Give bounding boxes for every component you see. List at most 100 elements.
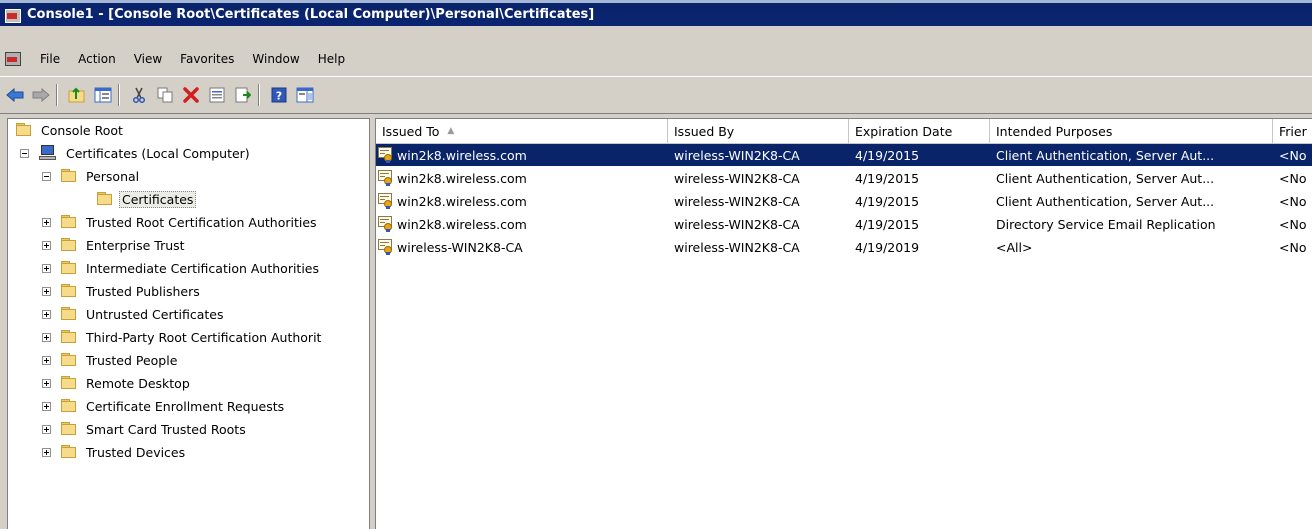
cell-issued-to: wireless-WIN2K8-CA xyxy=(376,239,668,255)
cell-issued-to: win2k8.wireless.com xyxy=(376,170,668,186)
menu-window[interactable]: Window xyxy=(243,52,308,66)
list-header: Issued To ▲ Issued By Expiration Date In… xyxy=(376,119,1312,144)
tree-item-store[interactable]: Certificate Enrollment Requests xyxy=(42,395,287,417)
tree-item-store[interactable]: Trusted Root Certification Authorities xyxy=(42,211,320,233)
cell-issued-by: wireless-WIN2K8-CA xyxy=(674,239,800,255)
expand-icon[interactable] xyxy=(42,424,51,434)
folder-icon xyxy=(61,445,77,459)
expand-icon[interactable] xyxy=(42,378,51,388)
tree-item-console-root[interactable]: Console Root xyxy=(16,119,126,141)
cell-expiration-date: 4/19/2015 xyxy=(855,216,920,232)
table-row[interactable]: wireless-WIN2K8-CA wireless-WIN2K8-CA 4/19… xyxy=(376,236,1312,258)
table-row[interactable]: win2k8.wireless.com wireless-WIN2K8-CA 4/1… xyxy=(376,213,1312,235)
certificate-icon xyxy=(378,147,395,163)
column-label: Expiration Date xyxy=(855,123,953,139)
tree-item-store[interactable]: Trusted Devices xyxy=(42,441,188,463)
tree-label: Untrusted Certificates xyxy=(86,306,224,322)
expand-icon[interactable] xyxy=(42,355,51,365)
tree-label: Smart Card Trusted Roots xyxy=(86,421,246,437)
issued-to-value: wireless-WIN2K8-CA xyxy=(397,239,523,255)
table-row[interactable]: win2k8.wireless.com wireless-WIN2K8-CA 4/1… xyxy=(376,190,1312,212)
table-row[interactable]: win2k8.wireless.com wireless-WIN2K8-CA 4/1… xyxy=(376,144,1312,166)
document-control-icon[interactable] xyxy=(5,52,21,66)
column-label: Issued By xyxy=(674,123,735,139)
expand-icon[interactable] xyxy=(42,217,51,227)
tree-item-store[interactable]: Untrusted Certificates xyxy=(42,303,227,325)
title-bar[interactable]: Console1 - [Console Root\Certificates (L… xyxy=(0,0,1312,26)
cell-intended-purposes: Directory Service Email Replication xyxy=(996,216,1216,232)
up-folder-icon[interactable] xyxy=(66,84,88,106)
tree-item-store[interactable]: Trusted Publishers xyxy=(42,280,203,302)
cell-intended-purposes: <All> xyxy=(996,239,1033,255)
console-tree[interactable]: Console Root Certificates (Local Compute… xyxy=(7,118,370,529)
forward-icon[interactable] xyxy=(30,84,52,106)
cell-issued-by: wireless-WIN2K8-CA xyxy=(674,170,800,186)
menu-file[interactable]: File xyxy=(31,52,69,66)
expand-icon[interactable] xyxy=(42,263,51,273)
issued-to-value: win2k8.wireless.com xyxy=(397,147,527,163)
expand-icon[interactable] xyxy=(42,286,51,296)
cell-friendly-name: <No xyxy=(1279,147,1307,163)
cell-issued-by: wireless-WIN2K8-CA xyxy=(674,193,800,209)
tree-item-personal[interactable]: Personal xyxy=(42,165,142,187)
menu-view[interactable]: View xyxy=(125,52,171,66)
certificate-list[interactable]: Issued To ▲ Issued By Expiration Date In… xyxy=(375,118,1312,529)
collapse-icon[interactable] xyxy=(42,171,51,181)
cell-expiration-date: 4/19/2015 xyxy=(855,147,920,163)
back-icon[interactable] xyxy=(4,84,26,106)
column-issued-to[interactable]: Issued To ▲ xyxy=(376,119,668,143)
tree-item-certificates-local-computer[interactable]: Certificates (Local Computer) xyxy=(20,142,253,164)
expand-icon[interactable] xyxy=(42,401,51,411)
cell-intended-purposes: Client Authentication, Server Aut... xyxy=(996,170,1215,186)
tree-item-store[interactable]: Remote Desktop xyxy=(42,372,193,394)
delete-icon[interactable] xyxy=(180,84,202,106)
folder-icon xyxy=(61,238,77,252)
certificate-icon xyxy=(378,193,395,209)
issued-to-value: win2k8.wireless.com xyxy=(397,193,527,209)
tree-item-store[interactable]: Third-Party Root Certification Authorit xyxy=(42,326,324,348)
table-row[interactable]: win2k8.wireless.com wireless-WIN2K8-CA 4/1… xyxy=(376,167,1312,189)
toolbar-separator xyxy=(258,84,260,106)
folder-icon xyxy=(61,307,77,321)
tree-item-store[interactable]: Trusted People xyxy=(42,349,180,371)
column-label: Intended Purposes xyxy=(996,123,1113,139)
issued-to-value: win2k8.wireless.com xyxy=(397,170,527,186)
column-intended-purposes[interactable]: Intended Purposes xyxy=(990,119,1273,143)
folder-icon xyxy=(61,169,77,183)
properties-icon[interactable] xyxy=(206,84,228,106)
mmc-app-icon[interactable] xyxy=(5,7,23,23)
cut-icon[interactable] xyxy=(128,84,150,106)
copy-icon[interactable] xyxy=(154,84,176,106)
expand-icon[interactable] xyxy=(42,240,51,250)
help-icon[interactable]: ? xyxy=(268,84,290,106)
tree-item-certificates[interactable]: Certificates xyxy=(97,188,197,210)
show-hide-tree-icon[interactable] xyxy=(92,84,114,106)
tree-label: Trusted Root Certification Authorities xyxy=(86,214,317,230)
cell-friendly-name: <No xyxy=(1279,239,1307,255)
column-friendly-name[interactable]: Frier xyxy=(1273,119,1312,143)
expand-icon[interactable] xyxy=(42,447,51,457)
folder-icon xyxy=(61,215,77,229)
expand-icon[interactable] xyxy=(42,332,51,342)
menu-help[interactable]: Help xyxy=(309,52,354,66)
tree-item-store[interactable]: Smart Card Trusted Roots xyxy=(42,418,249,440)
collapse-icon[interactable] xyxy=(20,148,29,158)
column-label: Frier xyxy=(1279,123,1307,139)
expand-icon[interactable] xyxy=(42,309,51,319)
tree-label: Personal xyxy=(86,168,140,184)
menu-favorites[interactable]: Favorites xyxy=(171,52,243,66)
tree-item-store[interactable]: Intermediate Certification Authorities xyxy=(42,257,322,279)
show-action-pane-icon[interactable] xyxy=(294,84,316,106)
column-expiration-date[interactable]: Expiration Date xyxy=(849,119,990,143)
export-list-icon[interactable] xyxy=(232,84,254,106)
tree-label: Third-Party Root Certification Authorit xyxy=(86,329,322,345)
column-issued-by[interactable]: Issued By xyxy=(668,119,849,143)
menu-action[interactable]: Action xyxy=(69,52,125,66)
folder-icon xyxy=(61,353,77,367)
tree-item-store[interactable]: Enterprise Trust xyxy=(42,234,188,256)
folder-icon xyxy=(16,123,32,137)
column-label: Issued To xyxy=(382,123,440,139)
folder-icon xyxy=(61,422,77,436)
tree-label: Trusted Devices xyxy=(86,444,186,460)
cell-expiration-date: 4/19/2019 xyxy=(855,239,920,255)
